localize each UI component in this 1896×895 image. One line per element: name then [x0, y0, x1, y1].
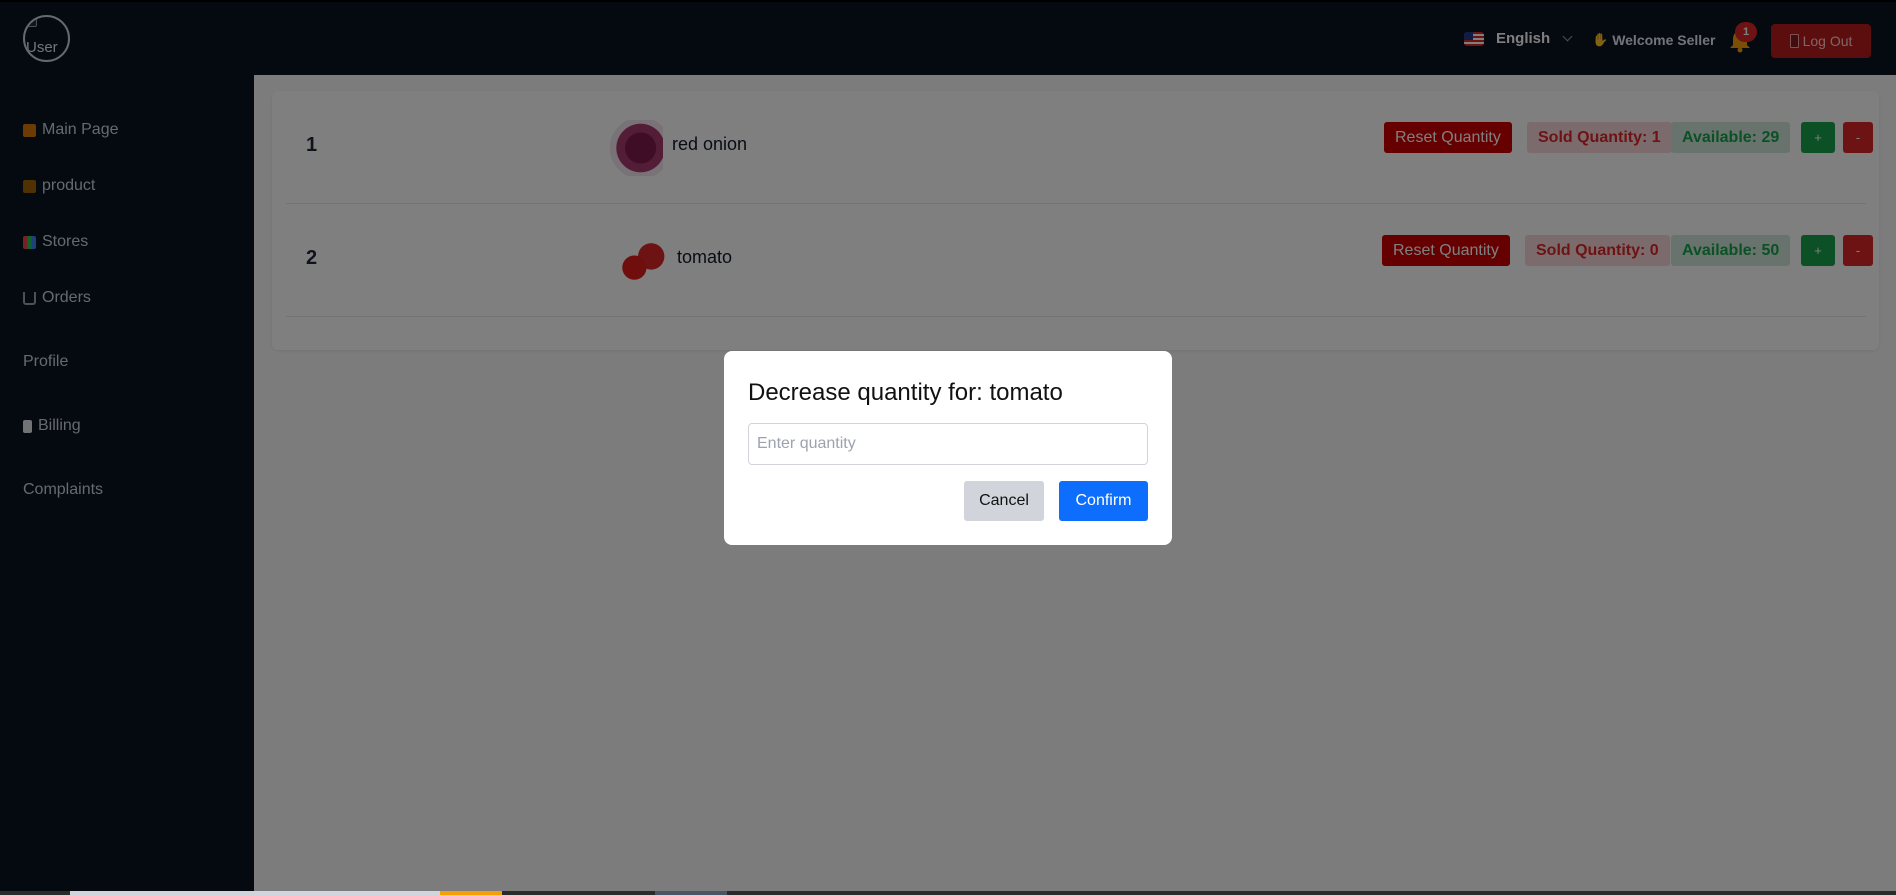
decrease-quantity-dialog: Decrease quantity for: tomato Cancel Con…	[724, 351, 1172, 545]
taskbar-segment	[440, 891, 502, 895]
confirm-button[interactable]: Confirm	[1059, 481, 1148, 521]
quantity-input[interactable]	[748, 423, 1148, 465]
dialog-title: Decrease quantity for: tomato	[748, 379, 1063, 406]
taskbar-segment	[70, 891, 440, 895]
taskbar-strip	[0, 891, 1896, 895]
cancel-button[interactable]: Cancel	[964, 481, 1044, 521]
taskbar-segment	[655, 891, 727, 895]
